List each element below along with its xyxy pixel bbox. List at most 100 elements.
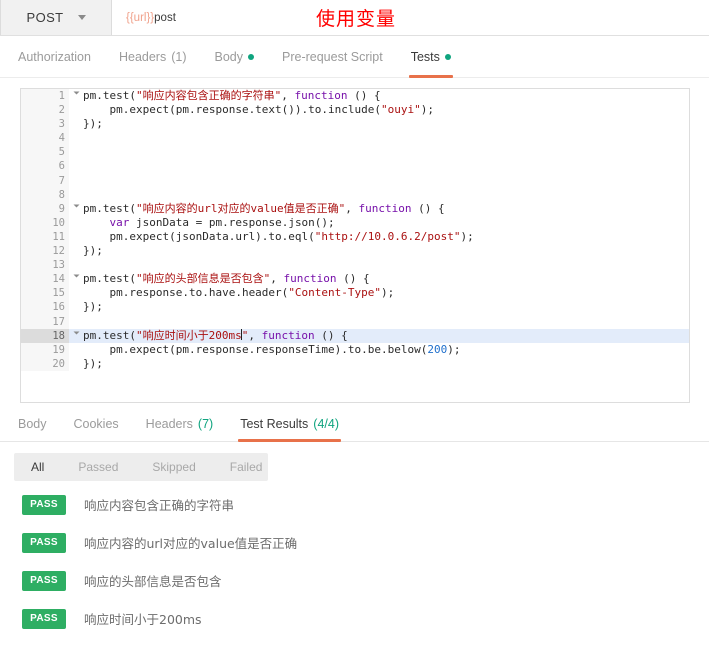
request-tab-pre-request-script[interactable]: Pre-request Script: [282, 37, 383, 78]
line-number: 7: [21, 173, 69, 188]
line-number: 3: [21, 117, 69, 132]
line-number: 9: [21, 201, 80, 216]
request-tab-headers[interactable]: Headers (1): [119, 37, 187, 78]
code-line[interactable]: 9 pm.test("响应内容的url对应的value值是否正确", functi…: [21, 201, 689, 216]
code-token: pm.expect(pm.response.text()).to.include…: [83, 103, 382, 117]
code-token: pm.expect(jsonData.url).to.eql(: [83, 229, 315, 243]
response-tab-test-results[interactable]: Test Results (4/4): [238, 406, 341, 442]
test-results-list: PASS 响应内容包含正确的字符串 PASS 响应内容的url对应的value值是否正…: [0, 492, 709, 644]
line-number: 14: [21, 272, 80, 287]
fold-arrow-icon[interactable]: [73, 331, 80, 335]
code-token: function: [294, 89, 348, 102]
code-line[interactable]: 11 pm.expect(jsonData.url).to.eql("http:…: [21, 229, 689, 245]
code-text: var jsonData = pm.response.json();: [69, 216, 689, 230]
response-tab-body[interactable]: Body: [18, 406, 47, 442]
tests-script-editor[interactable]: 1 pm.test("响应内容包含正确的字符串", function () {2 …: [20, 88, 690, 403]
code-token: () {: [336, 272, 370, 286]
line-number: 16: [21, 300, 69, 315]
code-token: var: [109, 215, 130, 229]
request-tab-authorization[interactable]: Authorization: [18, 37, 91, 78]
tab-label: Test Results: [240, 416, 309, 431]
code-text: pm.test("响应的头部信息是否包含", function () {: [69, 272, 689, 286]
code-token: );: [447, 342, 461, 356]
code-text: });: [69, 300, 689, 314]
request-url-input[interactable]: {{url}} post 使用变量: [112, 0, 709, 35]
response-tab-headers[interactable]: Headers (7): [146, 406, 214, 442]
code-token: "http://10.0.6.2/post": [314, 229, 461, 243]
line-number: 4: [21, 131, 69, 146]
chevron-down-icon: [77, 15, 86, 20]
test-result-filters: All Passed Skipped Failed: [14, 453, 268, 481]
code-token: ,: [270, 272, 284, 286]
code-token: pm.test(: [83, 272, 136, 286]
code-token: "响应的头部信息是否包含": [135, 272, 271, 286]
test-result-row: PASS 响应内容的url对应的value值是否正确: [0, 530, 709, 555]
code-line[interactable]: 15 pm.response.to.have.header("Content-T…: [21, 286, 689, 301]
filter-failed[interactable]: Failed: [213, 453, 280, 481]
code-token: ,: [248, 328, 262, 342]
tab-count: (1): [171, 50, 187, 64]
fold-arrow-icon[interactable]: [73, 91, 80, 95]
code-text: });: [69, 117, 689, 131]
annotation-use-variable: 使用变量: [316, 8, 397, 30]
tab-label: Headers: [145, 416, 193, 431]
request-tab-body[interactable]: Body: [215, 37, 254, 78]
code-token: });: [83, 356, 103, 370]
tab-label: Pre-request Script: [282, 50, 383, 64]
line-number: 8: [21, 187, 69, 202]
tab-label: Authorization: [18, 50, 91, 64]
code-text: pm.test("响应时间小于200ms", function () {: [69, 328, 689, 343]
code-line[interactable]: 12});: [21, 244, 689, 259]
line-number: 11: [21, 229, 69, 245]
filter-all[interactable]: All: [14, 453, 61, 481]
code-line[interactable]: 13: [21, 258, 689, 273]
code-token: function: [283, 272, 337, 286]
status-badge: PASS: [22, 570, 66, 591]
green-dot-icon: [248, 54, 254, 60]
code-token: "响应内容的url对应的value值是否正确": [135, 201, 346, 215]
request-url-bar: POST {{url}} post 使用变量: [0, 0, 709, 36]
test-result-name: 响应内容的url对应的value值是否正确: [84, 536, 298, 551]
code-line[interactable]: 7: [21, 173, 689, 188]
test-result-name: 响应时间小于200ms: [84, 612, 202, 627]
test-result-row: PASS 响应的头部信息是否包含: [0, 568, 709, 593]
test-result-row: PASS 响应时间小于200ms: [0, 606, 709, 631]
code-token: });: [83, 244, 103, 258]
code-token: pm.test(: [83, 201, 136, 215]
code-line[interactable]: 5: [21, 145, 689, 160]
code-token: function: [261, 328, 315, 342]
code-line[interactable]: 6: [21, 159, 689, 174]
line-number: 20: [21, 356, 69, 371]
code-line[interactable]: 4: [21, 131, 689, 146]
code-token: );: [381, 286, 395, 300]
code-token: ,: [281, 89, 295, 102]
line-number: 17: [21, 314, 69, 329]
filter-passed[interactable]: Passed: [61, 453, 135, 481]
code-line[interactable]: 19 pm.expect(pm.response.responseTime).t…: [21, 342, 689, 357]
code-line[interactable]: 3});: [21, 117, 689, 132]
code-line[interactable]: 18 pm.test("响应时间小于200ms", function () {: [21, 328, 689, 343]
code-line[interactable]: 1 pm.test("响应内容包含正确的字符串", function () {: [21, 89, 689, 104]
code-token: function: [358, 201, 412, 215]
code-token: ,: [345, 201, 359, 215]
filter-skipped[interactable]: Skipped: [135, 453, 212, 481]
fold-arrow-icon[interactable]: [73, 274, 80, 278]
code-line[interactable]: 14 pm.test("响应的头部信息是否包含", function () {: [21, 272, 689, 287]
code-line[interactable]: 2 pm.expect(pm.response.text()).to.inclu…: [21, 103, 689, 118]
code-line[interactable]: 16});: [21, 300, 689, 315]
code-token: pm.response.to.have.header(: [83, 286, 289, 300]
fold-arrow-icon[interactable]: [73, 204, 80, 208]
code-token: () {: [411, 201, 445, 215]
request-tab-tests[interactable]: Tests: [408, 37, 454, 78]
code-token: "响应时间小于200ms: [135, 328, 242, 342]
response-tab-cookies[interactable]: Cookies: [74, 406, 119, 442]
code-line[interactable]: 17: [21, 314, 689, 329]
line-number: 18: [21, 328, 80, 343]
code-line[interactable]: 10 var jsonData = pm.response.json();: [21, 215, 689, 230]
code-line[interactable]: 20});: [21, 356, 689, 371]
http-method-select[interactable]: POST: [0, 0, 112, 35]
code-token: pm.test(: [83, 89, 136, 102]
code-line[interactable]: 8: [21, 187, 689, 202]
tab-label: Cookies: [73, 416, 119, 431]
code-lines: 1 pm.test("响应内容包含正确的字符串", function () {2 …: [21, 89, 689, 371]
